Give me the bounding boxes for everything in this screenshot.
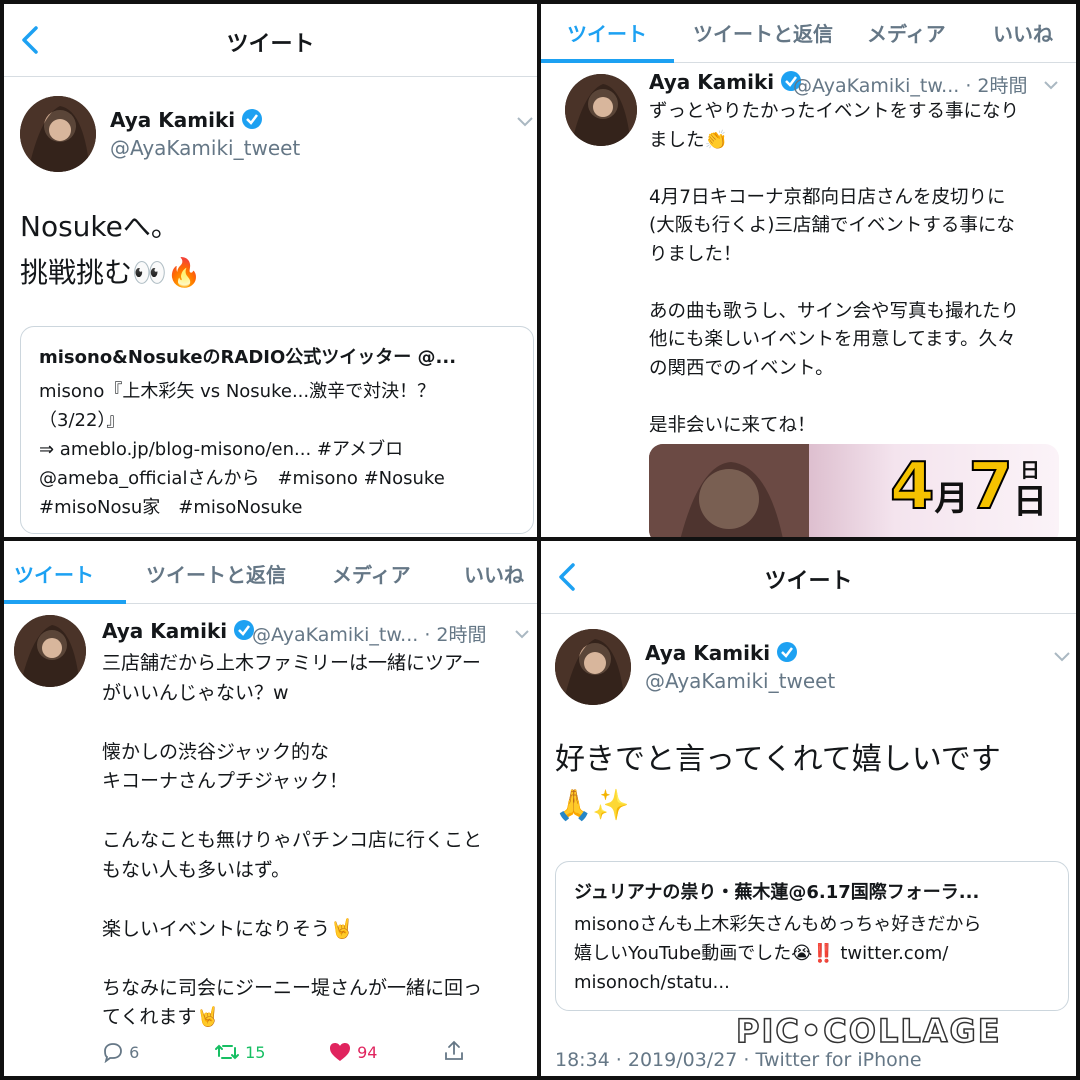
author-handle-time[interactable]: @AyaKamiki_tw... · 2時間 bbox=[252, 620, 487, 647]
verified-badge-icon bbox=[777, 642, 798, 662]
retweet-button[interactable]: 15 bbox=[214, 1041, 265, 1063]
avatar[interactable] bbox=[565, 74, 637, 146]
quoted-tweet[interactable]: misono&NosukeのRADIO公式ツイッター @... misono『上… bbox=[20, 326, 534, 534]
panel-tweet-detail-4: ツイート Aya Kamiki @AyaKamiki_tweet 好きでと言って… bbox=[541, 541, 1076, 1076]
author-name-text: Aya Kamiki bbox=[645, 641, 771, 665]
verified-badge-icon bbox=[242, 109, 263, 129]
profile-tabs: ツイート ツイートと返信 メディア いいね bbox=[541, 4, 1076, 63]
retweet-count: 15 bbox=[245, 1043, 266, 1062]
tweet-text: Nosukeへ。 挑戦挑む👀🔥 bbox=[20, 210, 202, 289]
banner-month-label: 月 bbox=[934, 479, 969, 519]
chevron-down-icon[interactable] bbox=[514, 629, 530, 639]
banner-weekday-small: 日 bbox=[1020, 458, 1040, 482]
quoted-tweet-text: misono『上木彩矢 vs Nosuke...激辛で対決！？ （3/22）』 … bbox=[39, 381, 445, 518]
active-tab-indicator bbox=[4, 600, 126, 604]
tab-tweets-replies[interactable]: ツイートと返信 bbox=[146, 559, 286, 588]
header-bar: ツイート bbox=[4, 4, 537, 77]
tab-tweets-replies[interactable]: ツイートと返信 bbox=[693, 18, 833, 47]
panel-profile-timeline-2: ツイート ツイートと返信 メディア いいね Aya Kamiki @AyaKam… bbox=[541, 4, 1076, 537]
tweet-timestamp: 18:34 · 2019/03/27 · Twitter for iPhone bbox=[555, 1049, 922, 1071]
reply-icon bbox=[104, 1043, 122, 1064]
author-name[interactable]: Aya Kamiki bbox=[649, 70, 802, 94]
author-handle-time[interactable]: @AyaKamiki_tw... · 2時間 bbox=[793, 71, 1028, 98]
tab-tweets[interactable]: ツイート bbox=[567, 18, 647, 47]
author-name-text: Aya Kamiki bbox=[649, 70, 775, 94]
retweet-icon bbox=[215, 1044, 239, 1060]
chevron-down-icon[interactable] bbox=[516, 116, 534, 128]
chevron-down-icon[interactable] bbox=[1053, 651, 1071, 663]
tweet-text: 三店舗だから上木ファミリーは一緒にツアー がいいんじゃない？w 懐かしの渋谷ジャ… bbox=[102, 652, 483, 1028]
tab-likes[interactable]: いいね bbox=[464, 559, 524, 588]
avatar[interactable] bbox=[555, 629, 631, 705]
like-count: 94 bbox=[357, 1043, 378, 1062]
banner-month: 4 bbox=[889, 450, 936, 524]
tab-likes[interactable]: いいね bbox=[993, 18, 1053, 47]
avatar[interactable] bbox=[14, 615, 86, 687]
reply-count: 6 bbox=[129, 1043, 140, 1062]
chevron-down-icon[interactable] bbox=[1043, 80, 1059, 90]
active-tab-indicator bbox=[541, 59, 674, 63]
banner-day: 7 bbox=[967, 450, 1014, 524]
avatar[interactable] bbox=[20, 96, 96, 172]
share-button[interactable] bbox=[442, 1039, 466, 1067]
reply-button[interactable]: 6 bbox=[102, 1041, 140, 1064]
panel-profile-timeline-3: ツイート ツイートと返信 メディア いいね Aya Kamiki @AyaKam… bbox=[4, 541, 537, 1076]
tab-tweets[interactable]: ツイート bbox=[14, 559, 94, 588]
quoted-tweet-text: misonoさんも上木彩矢さんもめっちゃ好きだから 嬉しいYouTube動画でし… bbox=[574, 914, 982, 993]
author-name[interactable]: Aya Kamiki bbox=[645, 641, 798, 665]
page-title: ツイート bbox=[764, 569, 853, 594]
header-bar: ツイート bbox=[541, 541, 1076, 614]
page-title: ツイート bbox=[226, 32, 315, 57]
author-name[interactable]: Aya Kamiki bbox=[102, 619, 255, 643]
quoted-tweet[interactable]: ジュリアナの祟り・蕪木蓮@6.17国際フォーラ... misonoさんも上木彩矢… bbox=[555, 861, 1069, 1011]
banner-weekday: 日 bbox=[1013, 482, 1047, 522]
author-name[interactable]: Aya Kamiki bbox=[110, 108, 263, 132]
heart-icon bbox=[330, 1043, 350, 1061]
like-button[interactable]: 94 bbox=[328, 1041, 377, 1063]
tweet-text: 好きでと言ってくれて嬉しいです 🙏✨ bbox=[555, 742, 1001, 823]
tab-media[interactable]: メディア bbox=[867, 18, 946, 47]
pic-collage-watermark: PIC•COLLAGE bbox=[735, 1011, 1002, 1051]
banner-date-text: 4 月 7 日 日 bbox=[889, 450, 1047, 524]
author-handle[interactable]: @AyaKamiki_tweet bbox=[645, 669, 835, 693]
quoted-tweet-author: misono&NosukeのRADIO公式ツイッター @... bbox=[39, 347, 457, 368]
author-name-text: Aya Kamiki bbox=[110, 108, 236, 132]
tweet-actions: 6 15 94 bbox=[102, 1039, 522, 1069]
profile-tabs: ツイート ツイートと返信 メディア いいね bbox=[4, 541, 537, 604]
banner-photo bbox=[649, 444, 809, 537]
author-name-text: Aya Kamiki bbox=[102, 619, 228, 643]
tab-media[interactable]: メディア bbox=[332, 559, 411, 588]
author-handle[interactable]: @AyaKamiki_tweet bbox=[110, 136, 300, 160]
panel-tweet-detail-1: ツイート Aya Kamiki @AyaKamiki_tweet Nosukeへ… bbox=[4, 4, 537, 537]
tweet-text: ずっとやりたかったイベントをする事になり ました👏 4月7日キコーナ京都向日店さ… bbox=[649, 101, 1020, 436]
event-banner-image[interactable]: 4 月 7 日 日 bbox=[649, 444, 1059, 537]
quoted-tweet-author: ジュリアナの祟り・蕪木蓮@6.17国際フォーラ... bbox=[574, 882, 980, 903]
share-icon bbox=[445, 1040, 463, 1060]
